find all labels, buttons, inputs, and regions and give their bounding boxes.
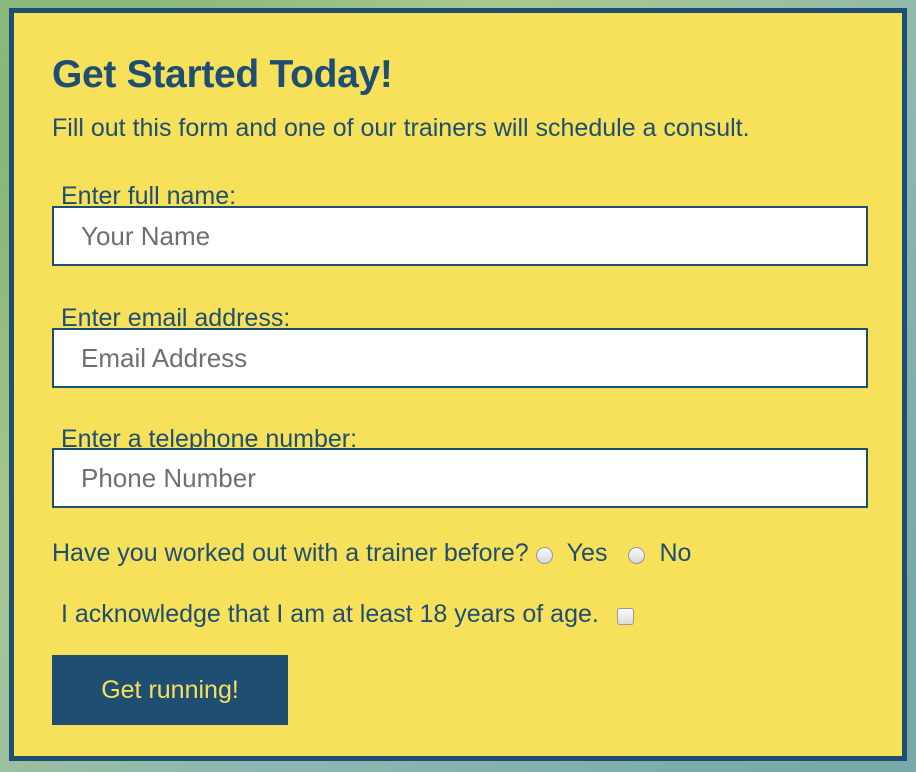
form-title: Get Started Today! (52, 53, 393, 96)
age-acknowledgement-label: I acknowledge that I am at least 18 year… (61, 599, 599, 628)
form-subtitle: Fill out this form and one of our traine… (52, 114, 750, 142)
age-acknowledgement-checkbox[interactable] (616, 607, 634, 625)
trainer-no-radio[interactable] (628, 546, 646, 564)
phone-input[interactable] (52, 448, 868, 508)
trainer-question-label: Have you worked out with a trainer befor… (52, 538, 529, 567)
signup-form: Get Started Today! Fill out this form an… (9, 8, 907, 761)
age-acknowledgement: I acknowledge that I am at least 18 year… (61, 597, 634, 631)
full-name-input[interactable] (52, 206, 868, 266)
submit-button[interactable]: Get running! (52, 655, 288, 725)
trainer-yes-label[interactable]: Yes (567, 539, 608, 568)
trainer-yes-radio[interactable] (535, 546, 553, 564)
trainer-no-label[interactable]: No (659, 539, 691, 568)
email-input[interactable] (52, 328, 868, 388)
trainer-question: Have you worked out with a trainer befor… (52, 536, 691, 570)
